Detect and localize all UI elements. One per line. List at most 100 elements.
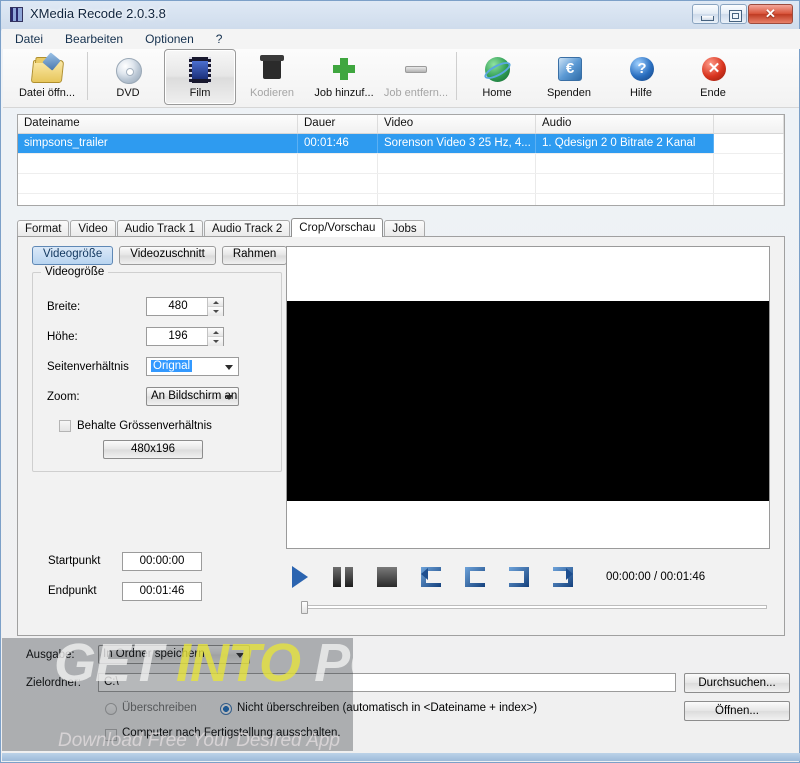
chevron-up-icon[interactable] [208,298,223,306]
breite-value: 480 [168,300,188,312]
slider-thumb[interactable] [301,601,308,614]
size-preset-button[interactable]: 480x196 [103,440,203,459]
chevron-down-icon[interactable] [208,336,223,346]
goto-start-button[interactable] [418,564,444,590]
tab-audio-track-2[interactable]: Audio Track 2 [203,220,291,237]
goto-end-button[interactable] [550,564,576,590]
playback-slider[interactable] [301,601,767,614]
video-frame [287,301,769,501]
toolbar-separator [456,52,457,100]
toolbar-button-donate[interactable]: € Spenden [533,49,605,105]
segbtn-videozuschnitt[interactable]: Videozuschnitt [119,246,216,265]
play-icon [292,566,308,588]
shutdown-checkbox[interactable] [105,729,117,741]
label-hoehe: Höhe: [47,331,78,343]
ausgabe-select[interactable]: In Ordner speichern [98,645,250,664]
column-header-audio[interactable]: Audio [536,115,714,133]
toolbar-button-encode[interactable]: Kodieren [236,49,308,105]
set-in-point-button[interactable] [462,564,488,590]
column-header-duration[interactable]: Dauer [298,115,378,133]
toolbar: Datei öffn... DVD Film Kodieren Job hinz… [3,49,799,108]
toolbar-button-dvd[interactable]: DVD [92,49,164,105]
zielordner-input[interactable]: C:\ [98,673,676,692]
status-bar [2,753,800,761]
label-ueberschreiben: Überschreiben [122,702,197,714]
tab-video[interactable]: Video [70,220,116,237]
durchsuchen-button[interactable]: Durchsuchen... [684,673,790,693]
oeffnen-button[interactable]: Öffnen... [684,701,790,721]
slider-track[interactable] [301,605,767,609]
chevron-down-icon[interactable] [208,306,223,316]
label-keep-aspect: Behalte Grössenverhältnis [77,420,212,432]
video-preview[interactable] [286,246,770,549]
label-zoom: Zoom: [47,391,80,403]
set-in-point-icon [465,567,485,587]
tab-format[interactable]: Format [17,220,70,237]
pause-button[interactable] [330,564,356,590]
column-header-extra[interactable] [714,115,784,133]
breite-stepper[interactable]: 480 [146,297,224,316]
toolbar-button-help[interactable]: ? Hilfe [605,49,677,105]
label-seitenverhaeltnis: Seitenverhältnis [47,361,129,373]
playback-controls: 00:00:00 / 00:01:46 [286,557,770,597]
keep-aspect-checkbox[interactable] [59,420,71,432]
toolbar-label: Kodieren [249,87,295,99]
menu-item-optionen[interactable]: Optionen [136,30,203,48]
group-title: Videogröße [41,266,109,278]
hoehe-spin-arrows[interactable] [207,328,223,346]
label-ausgabe: Ausgabe: [26,649,75,661]
endpunkt-field[interactable]: 00:01:46 [122,582,202,601]
menu-item-datei[interactable]: Datei [6,30,52,48]
column-header-filename[interactable]: Dateiname [18,115,298,133]
label-zielordner: Zielordner: [26,677,81,689]
toolbar-label: DVD [116,87,140,99]
menu-item-bearbeiten[interactable]: Bearbeiten [56,30,132,48]
nicht-ueberschreiben-radio[interactable] [220,703,232,715]
stop-button[interactable] [374,564,400,590]
toolbar-label: Film [189,87,211,99]
close-button[interactable]: ✕ [748,4,793,24]
table-row-empty [18,153,784,173]
label-endpunkt: Endpunkt [48,585,97,597]
startpunkt-field[interactable]: 00:00:00 [122,552,202,571]
zoom-select[interactable]: An Bildschirm an [146,387,239,406]
toolbar-label: Job hinzuf... [314,87,374,99]
open-file-icon [30,52,65,85]
file-list[interactable]: Dateiname Dauer Video Audio simpsons_tra… [17,114,785,206]
minimize-button[interactable] [692,4,719,24]
toolbar-button-exit[interactable]: ✕ Ende [677,49,749,105]
label-nicht-ueberschreiben: Nicht überschreiben (automatisch in <Dat… [237,702,538,714]
videogroesse-group: Videogröße Breite: 480 Höhe: 196 Seitenv… [32,266,282,472]
set-out-point-button[interactable] [506,564,532,590]
table-row[interactable]: simpsons_trailer 00:01:46 Sorenson Video… [18,134,784,153]
segbtn-rahmen[interactable]: Rahmen [221,246,288,265]
column-header-video[interactable]: Video [378,115,536,133]
segbtn-videogroesse[interactable]: Videogröße [32,246,114,265]
toolbar-button-open-file[interactable]: Datei öffn... [11,49,83,105]
toolbar-button-remove-job[interactable]: Job entfern... [380,49,452,105]
exit-close-icon: ✕ [697,55,729,85]
toolbar-button-home[interactable]: Home [461,49,533,105]
breite-spin-arrows[interactable] [207,298,223,316]
film-icon [184,55,216,85]
toolbar-button-film[interactable]: Film [164,49,236,105]
tab-jobs[interactable]: Jobs [384,220,425,237]
toolbar-button-add-job[interactable]: Job hinzuf... [308,49,380,105]
playback-time-display: 00:00:00 / 00:01:46 [606,571,706,583]
toolbar-separator [87,52,88,100]
dvd-disc-icon [112,55,144,85]
maximize-button[interactable] [720,4,747,24]
toolbar-label: Spenden [546,87,592,99]
menu-item-help[interactable]: ? [207,30,232,48]
chevron-up-icon[interactable] [208,328,223,336]
hoehe-stepper[interactable]: 196 [146,327,224,346]
hoehe-value: 196 [168,330,188,342]
tab-crop-vorschau[interactable]: Crop/Vorschau [291,218,384,237]
play-button[interactable] [286,564,312,590]
label-shutdown: Computer nach Fertigstellung ausschalten… [122,727,341,739]
ueberschreiben-radio[interactable] [105,703,117,715]
cell-audio: 1. Qdesign 2 0 Bitrate 2 Kanal [536,134,714,153]
aspect-ratio-select[interactable]: Orignal [146,357,239,376]
set-out-point-icon [509,567,529,587]
tab-audio-track-1[interactable]: Audio Track 1 [116,220,203,237]
